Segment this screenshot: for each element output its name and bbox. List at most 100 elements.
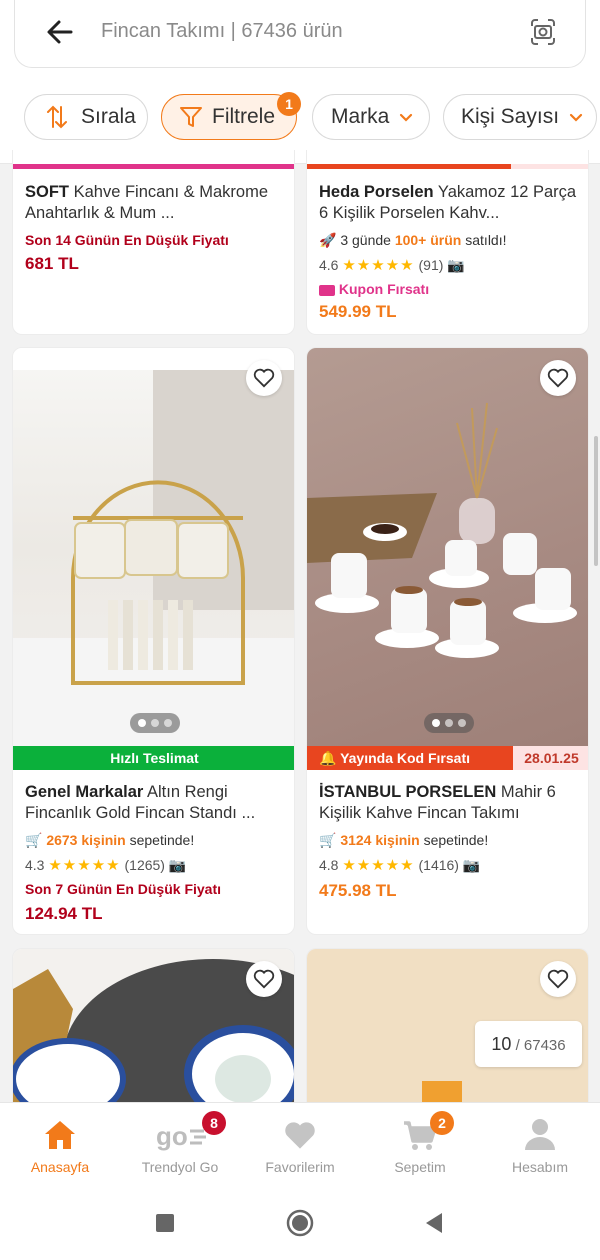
- lowest-price-note: Son 14 Günün En Düşük Fiyatı: [25, 232, 229, 248]
- filter-count-badge: 1: [277, 92, 301, 116]
- campaign-stripe: [13, 164, 294, 169]
- camera-icon: 📷: [462, 857, 481, 873]
- product-card[interactable]: 🔔 Yayında Kod Fırsatı 28.01.25 İSTANBUL …: [306, 347, 589, 935]
- sold-count: 100+ ürün: [394, 232, 462, 248]
- product-card[interactable]: SOFT Kahve Fincanı & Makrome Anahtarlık …: [12, 150, 295, 335]
- product-title: Genel Markalar Altın Rengi Fincanlık Gol…: [25, 782, 287, 824]
- trendyol-go-icon: go: [156, 1121, 206, 1151]
- favorite-heart-button[interactable]: [540, 961, 576, 997]
- persons-dropdown[interactable]: Kişi Sayısı: [443, 94, 597, 140]
- bell-icon: 🔔: [319, 750, 337, 766]
- favorite-heart-button[interactable]: [540, 360, 576, 396]
- result-counter-total: / 67436: [511, 1037, 566, 1054]
- product-price: 475.98 TL: [319, 881, 397, 900]
- chevron-down-icon: [569, 113, 583, 122]
- sort-button[interactable]: Sırala: [24, 94, 148, 140]
- sort-arrows-icon: [47, 105, 67, 129]
- user-icon: [525, 1119, 555, 1150]
- nav-account-label: Hesabım: [511, 1159, 569, 1175]
- product-price: 124.94 TL: [25, 904, 103, 923]
- recent-apps-icon[interactable]: [155, 1213, 175, 1233]
- home-circle-icon[interactable]: [285, 1208, 315, 1238]
- basket-suffix: sepetinde!: [125, 832, 195, 848]
- result-counter: 10 / 67436: [475, 1021, 582, 1067]
- sold-prefix: 3 günde: [340, 232, 395, 248]
- product-card[interactable]: [12, 948, 295, 1102]
- product-brand: Heda Porselen: [319, 183, 434, 201]
- go-badge: 8: [202, 1111, 226, 1135]
- fast-delivery-tag: Hızlı Teslimat: [13, 746, 294, 770]
- back-triangle-icon[interactable]: [424, 1212, 444, 1234]
- favorite-heart-button[interactable]: [246, 961, 282, 997]
- camera-icon: 📷: [447, 257, 465, 273]
- rating-stars: ★★★★★: [342, 857, 415, 874]
- cart-badge: 2: [430, 1111, 454, 1135]
- basket-count: 3124 kişinin: [340, 832, 420, 848]
- funnel-icon: [180, 107, 202, 127]
- rating-row: 4.8 ★★★★★ (1416) 📷: [319, 856, 480, 874]
- product-image[interactable]: [307, 348, 588, 746]
- search-query-text[interactable]: Fincan Takımı | 67436 ürün: [101, 20, 343, 43]
- cart-icon: 🛒: [319, 832, 337, 848]
- nav-cart-label: Sepetim: [394, 1159, 446, 1175]
- rating-value: 4.6: [319, 257, 339, 273]
- svg-text:go: go: [156, 1121, 188, 1151]
- system-navigation-bar: [0, 1186, 600, 1260]
- back-arrow-icon[interactable]: [45, 14, 75, 50]
- nav-trendyol-go[interactable]: go 8 Trendyol Go: [120, 1103, 240, 1187]
- product-card[interactable]: 10 / 67436: [306, 948, 589, 1102]
- product-brand: İSTANBUL PORSELEN: [319, 783, 497, 801]
- nav-home-label: Anasayfa: [30, 1159, 90, 1175]
- nav-go-label: Trendyol Go: [141, 1159, 219, 1175]
- image-pager-dots: [424, 713, 474, 733]
- nav-account[interactable]: Hesabım: [480, 1103, 600, 1187]
- deal-date: 28.01.25: [513, 746, 588, 770]
- scrollbar[interactable]: [594, 436, 598, 566]
- product-price: 549.99 TL: [319, 302, 397, 321]
- rating-row: 4.6 ★★★★★ (91) 📷: [319, 256, 465, 274]
- sold-suffix: satıldı!: [461, 232, 507, 248]
- basket-info: 🛒 3124 kişinin sepetinde!: [319, 832, 488, 849]
- heart-icon: [253, 969, 275, 989]
- brand-label: Marka: [331, 105, 390, 128]
- fast-delivery-label: Hızlı Teslimat: [110, 750, 199, 766]
- brand-dropdown[interactable]: Marka: [312, 94, 430, 140]
- review-count: (91): [418, 257, 444, 273]
- product-title: SOFT Kahve Fincanı & Makrome Anahtarlık …: [25, 182, 287, 224]
- code-deal-tag: 🔔 Yayında Kod Fırsatı: [307, 746, 513, 770]
- visual-search-camera-icon[interactable]: [527, 14, 559, 50]
- porcelain-cup-set-image: [307, 402, 577, 658]
- campaign-stripe: [307, 164, 511, 169]
- review-count: (1416): [418, 857, 459, 873]
- review-count: (1265): [124, 857, 165, 873]
- search-bar[interactable]: Fincan Takımı | 67436 ürün: [14, 0, 586, 68]
- product-image[interactable]: [13, 348, 294, 746]
- product-price: 681 TL: [25, 254, 79, 273]
- nav-home[interactable]: Anasayfa: [0, 1103, 120, 1187]
- heart-icon: [253, 368, 275, 388]
- rocket-icon: 🚀: [319, 232, 337, 248]
- cart-icon: 🛒: [25, 832, 43, 848]
- rating-stars: ★★★★★: [342, 257, 415, 274]
- product-brand: Genel Markalar: [25, 783, 144, 801]
- result-counter-current: 10: [491, 1034, 512, 1054]
- product-card[interactable]: Hızlı Teslimat Genel Markalar Altın Reng…: [12, 347, 295, 935]
- nav-cart[interactable]: 2 Sepetim: [360, 1103, 480, 1187]
- image-pager-dots: [130, 713, 180, 733]
- sort-label: Sırala: [81, 105, 136, 128]
- home-icon: [45, 1121, 75, 1149]
- chevron-down-icon: [400, 113, 413, 122]
- coupon-label: Kupon Fırsatı: [338, 281, 430, 297]
- heart-icon: [547, 368, 569, 388]
- product-title: İSTANBUL PORSELEN Mahir 6 Kişilik Kahve …: [319, 782, 581, 824]
- product-card[interactable]: Heda Porselen Yakamoz 12 Parça 6 Kişilik…: [306, 150, 589, 335]
- nav-favorites[interactable]: Favorilerim: [240, 1103, 360, 1187]
- rating-value: 4.3: [25, 857, 45, 873]
- bottom-navigation: Anasayfa go 8 Trendyol Go Favorilerim 2 …: [0, 1102, 600, 1186]
- favorite-heart-button[interactable]: [246, 360, 282, 396]
- campaign-stripe-end: [511, 164, 588, 169]
- rating-stars: ★★★★★: [48, 857, 121, 874]
- coupon-icon: [319, 284, 335, 296]
- search-header: Fincan Takımı | 67436 ürün: [0, 0, 600, 86]
- persons-label: Kişi Sayısı: [461, 105, 560, 128]
